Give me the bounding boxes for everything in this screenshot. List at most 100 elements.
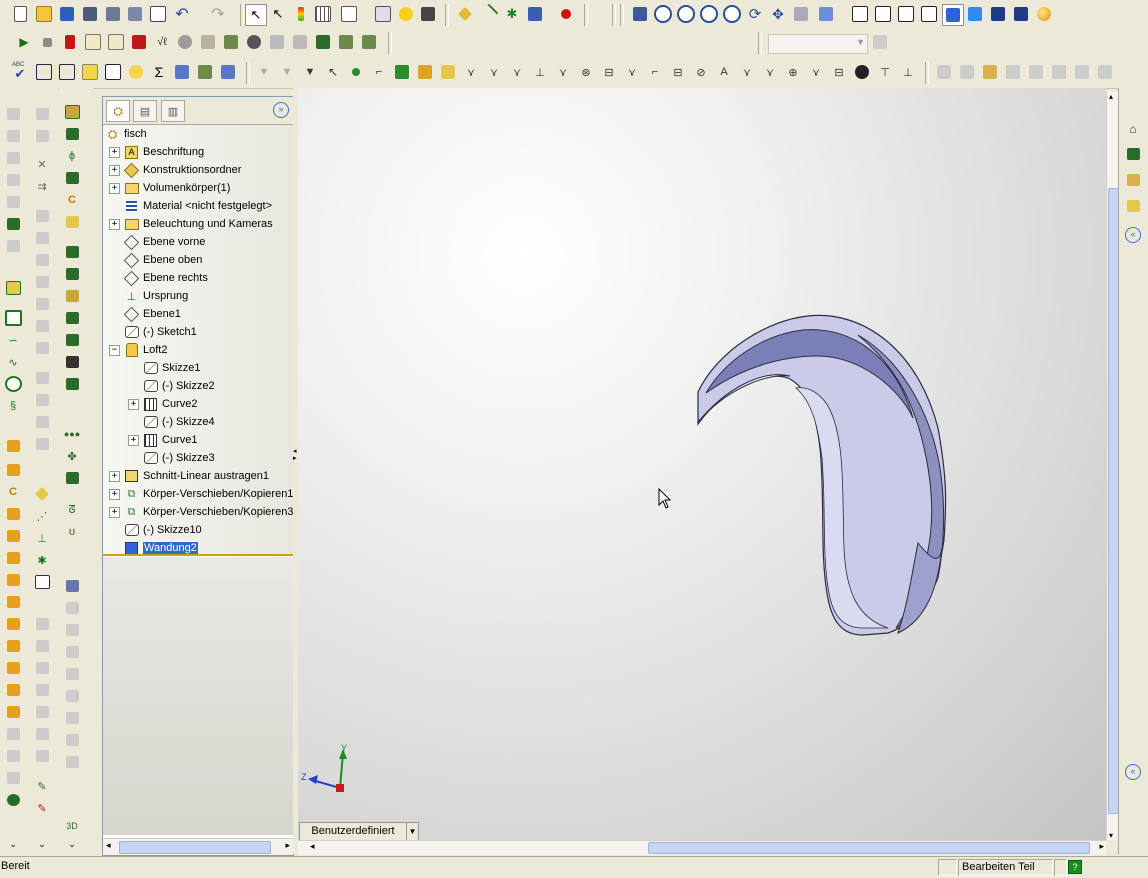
expand-icon[interactable]: + xyxy=(109,470,120,482)
render-icon[interactable] xyxy=(1034,4,1054,24)
add-in2-icon[interactable] xyxy=(290,32,310,52)
coordinate-system-icon[interactable]: ⊥ xyxy=(33,530,51,546)
sketch-pencil2-icon[interactable]: ✎ xyxy=(33,800,51,816)
feature-tool-12-icon[interactable] xyxy=(4,550,22,566)
expand-panel-icon[interactable]: » xyxy=(273,102,289,118)
filter-centerline-icon[interactable]: ⌐ xyxy=(645,62,665,82)
tree-item[interactable]: + A Beschriftung xyxy=(109,143,204,161)
select-icon[interactable]: ↖ xyxy=(245,4,267,26)
revolve-cut-icon[interactable] xyxy=(63,266,81,282)
tree-item[interactable]: Material <nicht festgelegt> xyxy=(109,197,272,215)
toolbar-more-icon[interactable]: ⌄ xyxy=(4,836,22,852)
view-palette-icon[interactable] xyxy=(339,4,359,24)
new-file-icon[interactable] xyxy=(10,4,30,24)
help-icon[interactable] xyxy=(396,4,416,24)
chamfer-icon[interactable] xyxy=(63,354,81,370)
edit-macro-icon[interactable] xyxy=(106,32,126,52)
sketch-entity-5-icon[interactable] xyxy=(33,208,51,224)
tree-item[interactable]: Skizze1 xyxy=(128,359,201,377)
feature-tool-16-icon[interactable] xyxy=(4,638,22,654)
expand-icon[interactable]: + xyxy=(109,218,120,230)
tools-icon[interactable] xyxy=(221,32,241,52)
expand-icon[interactable]: + xyxy=(109,146,120,158)
feature-tool-10-icon[interactable] xyxy=(4,506,22,522)
feature-tool-9-icon[interactable]: C xyxy=(4,484,22,500)
assembly-tool8-icon[interactable] xyxy=(1095,62,1115,82)
sketch-entity-6-icon[interactable] xyxy=(33,230,51,246)
run-macro-icon[interactable]: ▶ xyxy=(14,32,34,52)
assembly-tool7-icon[interactable] xyxy=(1072,62,1092,82)
spell-check-icon[interactable]: ABC ✔ xyxy=(10,62,30,82)
expand-icon[interactable]: + xyxy=(109,182,120,194)
section-view-icon[interactable] xyxy=(791,4,811,24)
sketch-entity-3-icon[interactable]: ✕ xyxy=(33,156,51,172)
mate-icon[interactable] xyxy=(175,32,195,52)
surface-delete-icon[interactable] xyxy=(63,754,81,770)
shadows-icon[interactable] xyxy=(988,4,1008,24)
filter-surfaces-icon[interactable] xyxy=(415,62,435,82)
filter-toggle-icon[interactable]: ⊤ xyxy=(875,62,895,82)
loft-boss-icon[interactable] xyxy=(63,170,81,186)
record-icon[interactable] xyxy=(556,4,576,24)
sweep-cut-icon[interactable] xyxy=(63,288,81,304)
filter-routing-icon[interactable]: ⋎ xyxy=(806,62,826,82)
sketch-entity-8-icon[interactable] xyxy=(33,274,51,290)
surface-tool-2-icon[interactable] xyxy=(33,638,51,654)
surface-tool-6-icon[interactable] xyxy=(33,726,51,742)
zoom-selection-icon[interactable] xyxy=(722,4,742,24)
sketch-entity-11-icon[interactable] xyxy=(33,340,51,356)
filter-dowel-icon[interactable]: ⋎ xyxy=(760,62,780,82)
sketch-tool-4-icon[interactable] xyxy=(4,172,22,188)
surface-knit-icon[interactable] xyxy=(63,622,81,638)
tree-item[interactable]: Ebene vorne xyxy=(109,233,205,251)
toolbox-icon[interactable] xyxy=(336,32,356,52)
sketch-tool-5-icon[interactable] xyxy=(4,194,22,210)
mate-reference-icon[interactable] xyxy=(33,574,51,590)
feature-tool-19-icon[interactable] xyxy=(4,704,22,720)
assembly-icon[interactable] xyxy=(373,4,393,24)
sketch-entity-12-icon[interactable] xyxy=(33,370,51,386)
sketch-tool-6-icon[interactable] xyxy=(4,216,22,232)
view-tab[interactable]: Benutzerdefiniert ▼ xyxy=(299,822,419,841)
feature-tool-18-icon[interactable] xyxy=(4,682,22,698)
tree-item[interactable]: Ebene1 xyxy=(109,305,181,323)
tree-item[interactable]: + Schnitt-Linear austragen1 xyxy=(109,467,269,485)
sketch-entity-2-icon[interactable] xyxy=(33,128,51,144)
library-icon[interactable] xyxy=(313,32,333,52)
resources-icon[interactable] xyxy=(1124,146,1142,162)
camera-icon[interactable] xyxy=(418,4,438,24)
save-icon[interactable] xyxy=(57,4,77,24)
filter-sketch-icon[interactable]: ⊟ xyxy=(829,62,849,82)
toolbar-more2-icon[interactable]: ⌄ xyxy=(33,836,51,852)
measure-icon[interactable] xyxy=(198,32,218,52)
expand-icon[interactable]: + xyxy=(109,506,120,518)
rib-icon[interactable] xyxy=(63,376,81,392)
helix-tool-icon[interactable]: ʊ xyxy=(63,524,81,540)
sketch-entity-13-icon[interactable] xyxy=(33,392,51,408)
mirror-icon[interactable] xyxy=(63,470,81,486)
tree-item[interactable]: + Beleuchtung und Kameras xyxy=(109,215,273,233)
tolerance-icon[interactable] xyxy=(57,62,77,82)
sketch-tool-3-icon[interactable] xyxy=(4,150,22,166)
filter-clear-icon[interactable]: ⊥ xyxy=(898,62,918,82)
configuration-combo[interactable]: ▼ xyxy=(768,34,868,54)
collapse-icon[interactable]: − xyxy=(109,344,120,356)
feature-tool-20-icon[interactable] xyxy=(4,726,22,742)
draft-quality-icon[interactable] xyxy=(919,4,939,24)
redo-icon[interactable]: ↷ xyxy=(208,4,228,24)
surface-tool-4-icon[interactable] xyxy=(33,682,51,698)
revolve-boss-icon[interactable] xyxy=(63,126,81,142)
filter-axes-icon[interactable]: ⌐ xyxy=(369,62,389,82)
expand-icon[interactable]: + xyxy=(109,164,120,176)
config-apply-icon[interactable] xyxy=(870,32,890,52)
tree-item[interactable]: (-) Skizze4 xyxy=(128,413,215,431)
assembly-tool3-icon[interactable] xyxy=(980,62,1000,82)
design-icon[interactable] xyxy=(359,32,379,52)
surface-loft-icon[interactable] xyxy=(63,578,81,594)
sketch-pencil-icon[interactable]: ✎ xyxy=(33,778,51,794)
feature-tool-13-icon[interactable] xyxy=(4,572,22,588)
check-geometry-icon[interactable] xyxy=(218,62,238,82)
surface-offset-icon[interactable] xyxy=(63,688,81,704)
zoom-area-icon[interactable] xyxy=(676,4,696,24)
add-in-icon[interactable] xyxy=(267,32,287,52)
